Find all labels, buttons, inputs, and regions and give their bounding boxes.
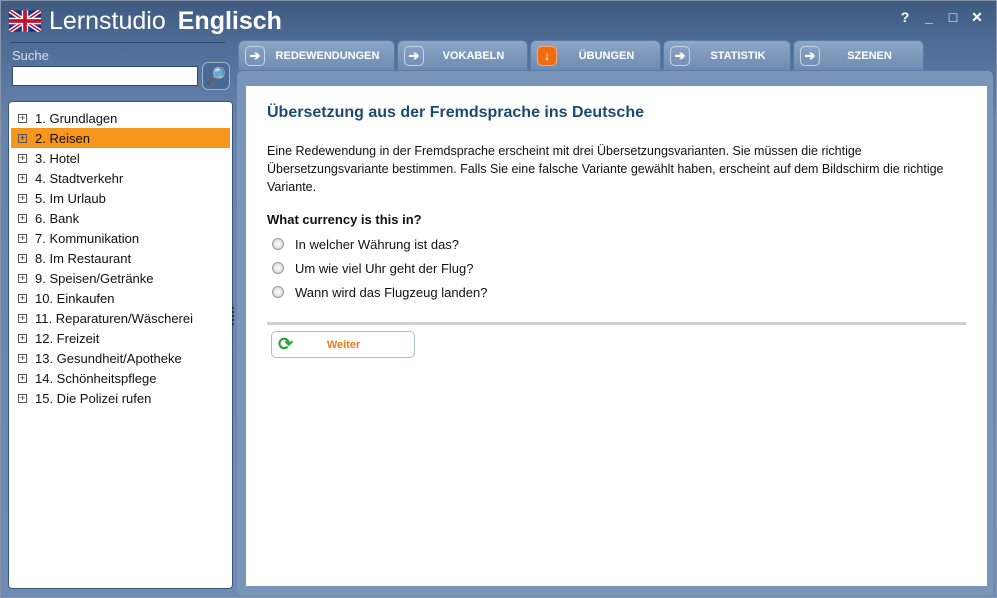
tree-item[interactable]: +4. Stadtverkehr <box>11 168 230 188</box>
option-label: Um wie viel Uhr geht der Flug? <box>295 260 474 276</box>
tree-item[interactable]: +15. Die Polizei rufen <box>11 388 230 408</box>
answer-option[interactable]: Um wie viel Uhr geht der Flug? <box>267 256 966 280</box>
tab-statistik[interactable]: ➔ STATISTIK <box>663 40 791 71</box>
radio-button[interactable] <box>272 262 284 274</box>
expand-icon[interactable]: + <box>18 293 27 303</box>
tree-item-label: 12. Freizeit <box>35 330 100 346</box>
tree-item-label: 15. Die Polizei rufen <box>35 390 152 406</box>
tree-item[interactable]: +9. Speisen/Getränke <box>11 268 230 288</box>
next-label: Weiter <box>326 338 361 351</box>
option-label: Wann wird das Flugzeug landen? <box>295 284 488 300</box>
tree-item-label: 10. Einkaufen <box>35 290 115 306</box>
expand-icon[interactable]: + <box>18 153 27 163</box>
help-button[interactable]: ? <box>898 9 912 26</box>
tree-item-label: 6. Bank <box>35 210 80 226</box>
tab-label: SZENEN <box>847 49 892 62</box>
tab-label: STATISTIK <box>710 49 766 62</box>
arrow-right-icon: ➔ <box>245 45 265 66</box>
tree-item[interactable]: +6. Bank <box>11 208 230 228</box>
tree-item-label: 11. Reparaturen/Wäscherei <box>35 310 194 326</box>
tab-vokabeln[interactable]: ➔ VOKABELN <box>397 40 528 71</box>
tab-szenen[interactable]: ➔ SZENEN <box>793 40 924 71</box>
expand-icon[interactable]: + <box>18 253 27 263</box>
app-title: Lernstudio Englisch <box>9 5 282 37</box>
arrow-right-icon: ➔ <box>670 45 690 66</box>
expand-icon[interactable]: + <box>18 113 27 123</box>
expand-icon[interactable]: + <box>18 393 27 403</box>
tree-item[interactable]: +14. Schönheitspflege <box>11 368 230 388</box>
tree-item-label: 3. Hotel <box>35 150 80 166</box>
expand-icon[interactable]: + <box>18 233 27 243</box>
app-window: Lernstudio Englisch ? _ □ ✕ Suche 🔎 +1. … <box>0 0 997 598</box>
tree-item-label: 13. Gesundheit/Apotheke <box>35 350 182 366</box>
tree-item[interactable]: +7. Kommunikation <box>11 228 230 248</box>
answer-option[interactable]: In welcher Währung ist das? <box>267 232 966 256</box>
tree-item-label: 4. Stadtverkehr <box>35 170 124 186</box>
title-light: Lernstudio <box>49 6 166 35</box>
tree-item[interactable]: +12. Freizeit <box>11 328 230 348</box>
exercise-description: Eine Redewendung in der Fremdsprache ers… <box>267 144 944 194</box>
tab-label: ÜBUNGEN <box>578 49 635 62</box>
exercise-title: Übersetzung aus der Fremdsprache ins Deu… <box>267 104 644 121</box>
expand-icon[interactable]: + <box>18 353 27 363</box>
radio-button[interactable] <box>272 286 284 298</box>
tab-übungen[interactable]: ↓ ÜBUNGEN <box>530 40 661 71</box>
tree-item-label: 2. Reisen <box>35 130 90 146</box>
option-label: In welcher Währung ist das? <box>295 236 460 252</box>
expand-icon[interactable]: + <box>18 333 27 343</box>
tab-label: VOKABELN <box>442 49 505 62</box>
expand-icon[interactable]: + <box>18 213 27 223</box>
question: What currency is this in? <box>267 212 422 227</box>
expand-icon[interactable]: + <box>18 313 27 323</box>
tree-item[interactable]: +13. Gesundheit/Apotheke <box>11 348 230 368</box>
search-label: Suche <box>12 48 49 63</box>
next-button[interactable]: ⟳ Weiter <box>271 331 415 358</box>
tab-label: REDEWENDUNGEN <box>275 49 380 62</box>
magnifier-icon: 🔎 <box>206 68 226 85</box>
tree-item-label: 14. Schönheitspflege <box>35 370 157 386</box>
divider <box>267 322 966 325</box>
tree-item-label: 9. Speisen/Getränke <box>35 270 154 286</box>
radio-button[interactable] <box>272 238 284 250</box>
tree-item[interactable]: +5. Im Urlaub <box>11 188 230 208</box>
tree-item-label: 7. Kommunikation <box>35 230 140 246</box>
divider <box>10 42 225 43</box>
maximize-button[interactable]: □ <box>946 9 960 26</box>
search-button[interactable]: 🔎 <box>202 62 230 90</box>
expand-icon[interactable]: + <box>18 273 27 283</box>
topic-tree: +1. Grundlagen +2. Reisen +3. Hotel +4. Sta… <box>8 101 233 589</box>
expand-icon[interactable]: + <box>18 193 27 203</box>
tree-item[interactable]: +10. Einkaufen <box>11 288 230 308</box>
arrow-right-icon: ➔ <box>800 45 820 66</box>
arrow-right-icon: ➔ <box>404 45 424 66</box>
expand-icon[interactable]: + <box>18 373 27 383</box>
arrow-down-icon: ↓ <box>537 45 557 66</box>
splitter-handle[interactable] <box>232 307 236 325</box>
title-bold: Englisch <box>177 6 282 35</box>
expand-icon[interactable]: + <box>18 133 27 143</box>
tree-item[interactable]: +2. Reisen <box>11 128 230 148</box>
uk-flag-icon <box>9 10 41 32</box>
tab-redewendungen[interactable]: ➔ REDEWENDUNGEN <box>238 40 395 71</box>
minimize-button[interactable]: _ <box>922 9 936 26</box>
refresh-icon: ⟳ <box>278 334 294 354</box>
answer-option[interactable]: Wann wird das Flugzeug landen? <box>267 280 966 304</box>
tree-item[interactable]: +3. Hotel <box>11 148 230 168</box>
tree-item-label: 1. Grundlagen <box>35 110 118 126</box>
tab-bar: ➔ REDEWENDUNGEN ➔ VOKABELN ↓ ÜBUNGEN ➔ STATISTI… <box>238 40 924 71</box>
tree-item[interactable]: +1. Grundlagen <box>11 108 230 128</box>
tree-item-label: 8. Im Restaurant <box>35 250 132 266</box>
tree-item[interactable]: +8. Im Restaurant <box>11 248 230 268</box>
tree-item-label: 5. Im Urlaub <box>35 190 106 206</box>
close-button[interactable]: ✕ <box>970 9 984 26</box>
expand-icon[interactable]: + <box>18 173 27 183</box>
exercise-content: Übersetzung aus der Fremdsprache ins Deu… <box>246 86 987 586</box>
tree-item[interactable]: +11. Reparaturen/Wäscherei <box>11 308 230 328</box>
search-input[interactable] <box>12 66 198 86</box>
